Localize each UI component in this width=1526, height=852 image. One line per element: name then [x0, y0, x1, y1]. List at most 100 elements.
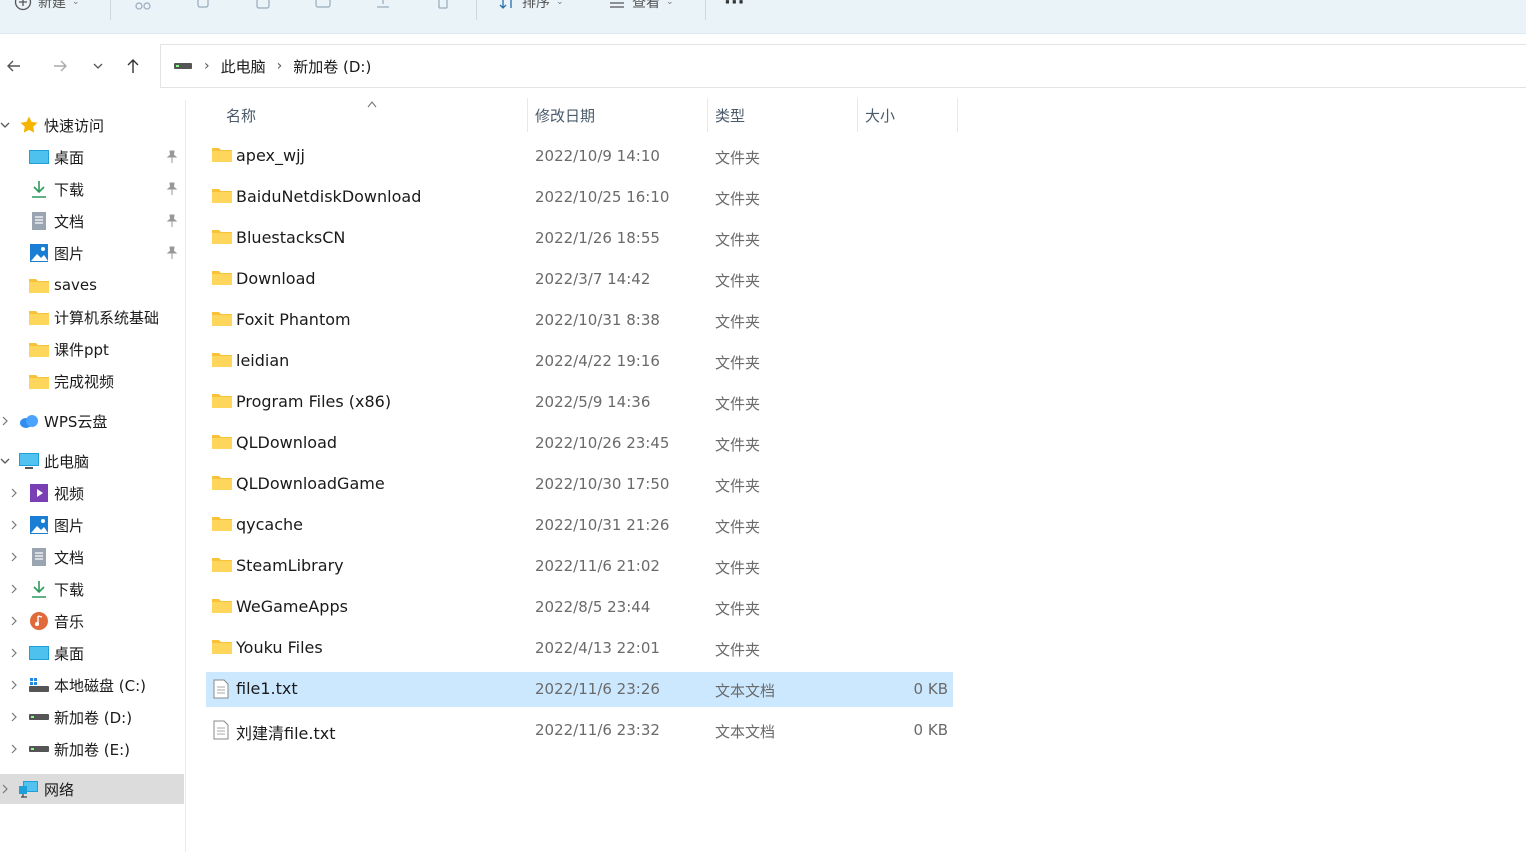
chevron-right-icon[interactable]: [9, 648, 19, 658]
chevron-right-icon[interactable]: [9, 584, 19, 594]
sidebar-item-desktop[interactable]: 桌面: [0, 638, 184, 668]
sidebar-item-videos[interactable]: 视频: [0, 478, 184, 508]
chevron-right-icon[interactable]: [9, 680, 19, 690]
column-header-modified[interactable]: 修改日期: [535, 100, 595, 130]
cut-icon: [134, 0, 152, 11]
column-divider[interactable]: [707, 98, 708, 132]
sidebar-item-documents[interactable]: 文档: [0, 542, 184, 572]
sidebar-item-wps-cloud[interactable]: WPS云盘: [0, 406, 184, 436]
file-modified-date: 2022/10/31 8:38: [535, 311, 660, 329]
sidebar-item-music[interactable]: 音乐: [0, 606, 184, 636]
folder-icon: [29, 275, 49, 295]
sidebar-item-documents[interactable]: 文档: [0, 206, 184, 236]
column-divider[interactable]: [857, 98, 858, 132]
file-type: 文件夹: [715, 272, 761, 290]
file-name: Youku Files: [236, 638, 323, 657]
chevron-right-icon[interactable]: [0, 416, 10, 426]
pin-icon[interactable]: [165, 214, 179, 228]
drive-icon: [173, 56, 193, 76]
file-row[interactable]: 刘建清file.txt 2022/11/6 23:32 文本文档 0 KB: [206, 713, 953, 748]
column-header-type[interactable]: 类型: [715, 100, 745, 130]
address-bar[interactable]: › 此电脑 › 新加卷 (D:): [160, 44, 1526, 88]
sidebar-item-pictures[interactable]: 图片: [0, 238, 184, 268]
sidebar-item-downloads[interactable]: 下载: [0, 574, 184, 604]
file-name: file1.txt: [236, 679, 298, 698]
back-button[interactable]: [2, 54, 26, 78]
breadcrumb-drive-d[interactable]: 新加卷 (D:): [293, 56, 371, 77]
sidebar-item-label: saves: [54, 276, 97, 294]
file-row[interactable]: QLDownload 2022/10/26 23:45 文件夹: [206, 426, 953, 461]
sort-button[interactable]: 排序 ⌄: [498, 0, 564, 13]
new-button[interactable]: 新建 ⌄: [14, 0, 80, 13]
chevron-right-icon[interactable]: [9, 616, 19, 626]
file-name: SteamLibrary: [236, 556, 344, 575]
folder-icon: [212, 433, 232, 453]
sidebar-item-drive-c[interactable]: 本地磁盘 (C:): [0, 670, 184, 700]
folder-icon: [212, 187, 232, 207]
file-row[interactable]: QLDownloadGame 2022/10/30 17:50 文件夹: [206, 467, 953, 502]
paste-button[interactable]: [254, 0, 272, 13]
file-name: BaiduNetdiskDownload: [236, 187, 422, 206]
sidebar-item-folder[interactable]: 计算机系统基础: [0, 302, 184, 332]
forward-button[interactable]: [48, 54, 72, 78]
file-row[interactable]: Program Files (x86) 2022/5/9 14:36 文件夹: [206, 385, 953, 420]
chevron-right-icon[interactable]: [0, 784, 10, 794]
column-divider[interactable]: [527, 98, 528, 132]
file-row[interactable]: BaiduNetdiskDownload 2022/10/25 16:10 文件夹: [206, 180, 953, 215]
view-button[interactable]: 查看 ⌄: [608, 0, 674, 13]
desktop-icon: [29, 147, 49, 167]
file-row[interactable]: BluestacksCN 2022/1/26 18:55 文件夹: [206, 221, 953, 256]
sidebar-item-downloads[interactable]: 下载: [0, 174, 184, 204]
sidebar-item-folder[interactable]: 课件ppt: [0, 334, 184, 364]
file-name: QLDownload: [236, 433, 338, 452]
pictures-icon: [29, 515, 49, 535]
drive-icon: [29, 707, 49, 727]
file-modified-date: 2022/10/25 16:10: [535, 188, 670, 206]
sidebar-item-label: 课件ppt: [54, 340, 109, 359]
file-row[interactable]: file1.txt 2022/11/6 23:26 文本文档 0 KB: [206, 672, 953, 707]
file-row[interactable]: leidian 2022/4/22 19:16 文件夹: [206, 344, 953, 379]
sort-ascending-icon: [367, 94, 377, 112]
column-header-name[interactable]: 名称: [226, 100, 256, 130]
sidebar-item-desktop[interactable]: 桌面: [0, 142, 184, 172]
file-row[interactable]: SteamLibrary 2022/11/6 21:02 文件夹: [206, 549, 953, 584]
pin-icon[interactable]: [165, 246, 179, 260]
sidebar-item-drive-d[interactable]: 新加卷 (D:): [0, 702, 184, 732]
file-row[interactable]: apex_wjj 2022/10/9 14:10 文件夹: [206, 139, 953, 174]
chevron-right-icon[interactable]: [9, 712, 19, 722]
cut-button[interactable]: [134, 0, 152, 13]
sidebar-item-this-pc[interactable]: 此电脑: [0, 446, 184, 476]
up-button[interactable]: [121, 54, 145, 78]
sidebar-item-pictures[interactable]: 图片: [0, 510, 184, 540]
chevron-right-icon[interactable]: [9, 744, 19, 754]
share-button[interactable]: [374, 0, 392, 13]
chevron-right-icon[interactable]: [9, 520, 19, 530]
chevron-down-icon[interactable]: [0, 456, 10, 466]
file-row[interactable]: qycache 2022/10/31 21:26 文件夹: [206, 508, 953, 543]
sidebar-item-folder[interactable]: saves: [0, 270, 184, 300]
recent-locations-button[interactable]: [86, 54, 110, 78]
copy-button[interactable]: [194, 0, 212, 13]
sidebar-item-drive-e[interactable]: 新加卷 (E:): [0, 734, 184, 764]
sidebar-item-quick-access[interactable]: 快速访问: [0, 110, 184, 140]
chevron-down-icon[interactable]: [0, 120, 10, 130]
sidebar-item-label: 音乐: [54, 612, 85, 631]
file-row[interactable]: WeGameApps 2022/8/5 23:44 文件夹: [206, 590, 953, 625]
more-options-button[interactable]: ···: [724, 0, 745, 13]
file-type: 文件夹: [715, 190, 761, 208]
sidebar-item-network[interactable]: 网络: [0, 774, 184, 804]
file-row[interactable]: Youku Files 2022/4/13 22:01 文件夹: [206, 631, 953, 666]
file-type: 文本文档: [715, 682, 776, 700]
column-divider[interactable]: [957, 98, 958, 132]
delete-button[interactable]: [434, 0, 452, 13]
chevron-right-icon[interactable]: [9, 488, 19, 498]
column-header-size[interactable]: 大小: [865, 100, 895, 130]
chevron-right-icon[interactable]: [9, 552, 19, 562]
breadcrumb-this-pc[interactable]: 此电脑: [221, 56, 266, 77]
pin-icon[interactable]: [165, 150, 179, 164]
sidebar-item-folder[interactable]: 完成视频: [0, 366, 184, 396]
pin-icon[interactable]: [165, 182, 179, 196]
file-row[interactable]: Foxit Phantom 2022/10/31 8:38 文件夹: [206, 303, 953, 338]
file-row[interactable]: Download 2022/3/7 14:42 文件夹: [206, 262, 953, 297]
rename-button[interactable]: [314, 0, 332, 13]
